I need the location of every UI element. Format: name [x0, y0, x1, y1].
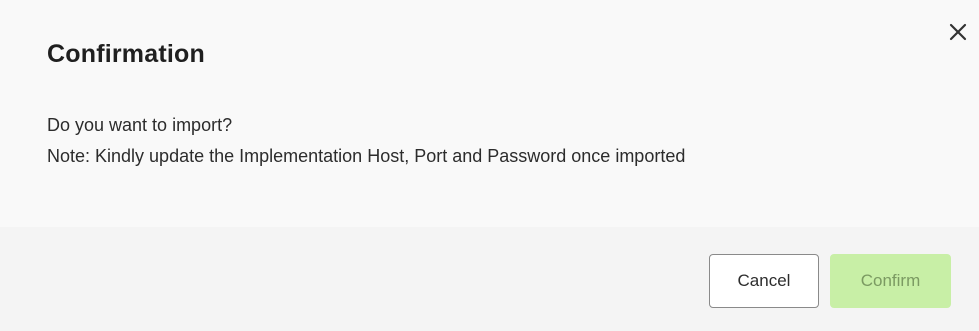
- close-icon: [949, 23, 967, 41]
- dialog-body: Confirmation Do you want to import? Note…: [0, 0, 979, 227]
- close-button[interactable]: [945, 19, 971, 45]
- import-question: Do you want to import?: [47, 115, 233, 135]
- dialog-title: Confirmation: [47, 40, 205, 68]
- dialog-footer: Cancel Confirm: [0, 227, 979, 331]
- cancel-button[interactable]: Cancel: [709, 254, 819, 308]
- import-note: Note: Kindly update the Implementation H…: [47, 146, 686, 166]
- confirm-button[interactable]: Confirm: [830, 254, 951, 308]
- dialog-message: Do you want to import? Note: Kindly upda…: [47, 110, 847, 172]
- confirmation-dialog: Confirmation Do you want to import? Note…: [0, 0, 979, 331]
